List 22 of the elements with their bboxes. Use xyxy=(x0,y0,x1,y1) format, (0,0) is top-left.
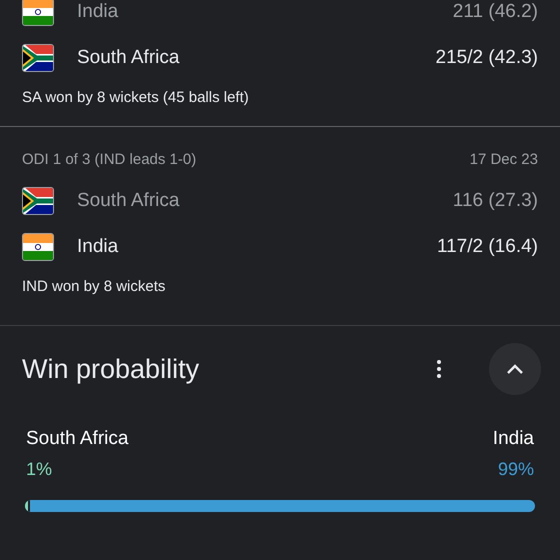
match-result: SA won by 8 wickets (45 balls left) xyxy=(22,88,250,106)
team-score: 116 (27.3) xyxy=(452,190,538,212)
team-score: 117/2 (16.4) xyxy=(436,236,538,258)
win-percent: 99% xyxy=(498,459,534,480)
flag-icon xyxy=(22,233,54,261)
team-name: South Africa xyxy=(77,47,180,69)
match-result: IND won by 8 wickets xyxy=(22,277,166,295)
team-name: India xyxy=(492,428,534,450)
flag-icon xyxy=(22,44,54,72)
team-name: South Africa xyxy=(77,190,180,212)
series-label: ODI 1 of 3 (IND leads 1-0) xyxy=(22,151,196,168)
flag-icon xyxy=(22,187,54,215)
match-date: 17 Dec 23 xyxy=(470,151,538,168)
team-name: India xyxy=(77,1,120,23)
win-percent: 1% xyxy=(26,459,54,480)
team-score: 211 (46.2) xyxy=(452,1,538,23)
team-name: India xyxy=(77,236,120,258)
team-name: South Africa xyxy=(26,428,128,450)
more-options-icon[interactable] xyxy=(435,359,443,379)
section-title: Win probability xyxy=(22,354,200,384)
flag-icon xyxy=(22,0,54,26)
team-score: 215/2 (42.3) xyxy=(436,47,538,69)
